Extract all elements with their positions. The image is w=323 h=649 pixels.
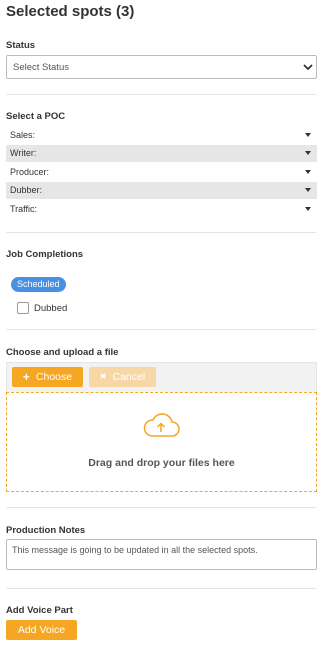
scheduled-badge[interactable]: Scheduled [11,277,66,292]
caret-down-icon [305,206,311,211]
divider [6,329,316,330]
caret-down-icon [305,132,311,137]
caret-down-icon [305,169,311,174]
dropzone-text: Drag and drop your files here [88,457,235,469]
divider [6,507,316,508]
poc-select-row[interactable]: Sales: [6,126,317,143]
poc-select-row[interactable]: Producer: [6,163,317,180]
voice-part-label: Add Voice Part [6,605,73,616]
production-notes-field[interactable]: This message is going to be updated in a… [6,539,317,570]
poc-row-label: Writer: [10,148,37,158]
poc-row-label: Traffic: [10,203,38,214]
production-notes-label: Production Notes [6,525,86,536]
page-title: Selected spots (3) [6,3,135,20]
cancel-button[interactable]: ✖ Cancel [89,367,156,387]
caret-down-icon [305,188,311,192]
poc-select-row[interactable]: Traffic: [6,200,317,217]
poc-row-label: Dubber: [10,185,43,195]
add-voice-button[interactable]: Add Voice [6,620,77,640]
chevron-down-icon [300,56,316,78]
caret-down-icon [305,151,311,155]
job-completions-label: Job Completions [6,249,84,260]
status-select[interactable]: Select Status [6,55,317,79]
close-icon: ✖ [99,372,107,381]
cloud-upload-icon [143,413,180,437]
file-dropzone[interactable] [6,392,317,492]
poc-select-row[interactable]: Writer: [6,144,317,162]
poc-row-label: Sales: [10,129,36,140]
dubbed-checkbox-label: Dubbed [34,303,68,314]
poc-row-label: Producer: [10,166,50,177]
upload-label: Choose and upload a file [6,347,119,358]
choose-button[interactable]: + Choose [12,367,83,387]
divider [6,232,316,233]
plus-icon: + [22,370,30,384]
dubbed-checkbox[interactable] [17,302,29,314]
status-select-value: Select Status [13,61,69,73]
choose-button-label: Choose [35,371,73,383]
status-label: Status [6,40,36,51]
divider [6,94,316,95]
selected-spots-panel: Selected spots (3) Status Select Status … [0,0,323,649]
poc-select-row[interactable]: Dubber: [6,181,317,199]
poc-label: Select a POC [6,111,66,122]
cancel-button-label: Cancel [112,371,146,383]
divider [6,588,316,589]
